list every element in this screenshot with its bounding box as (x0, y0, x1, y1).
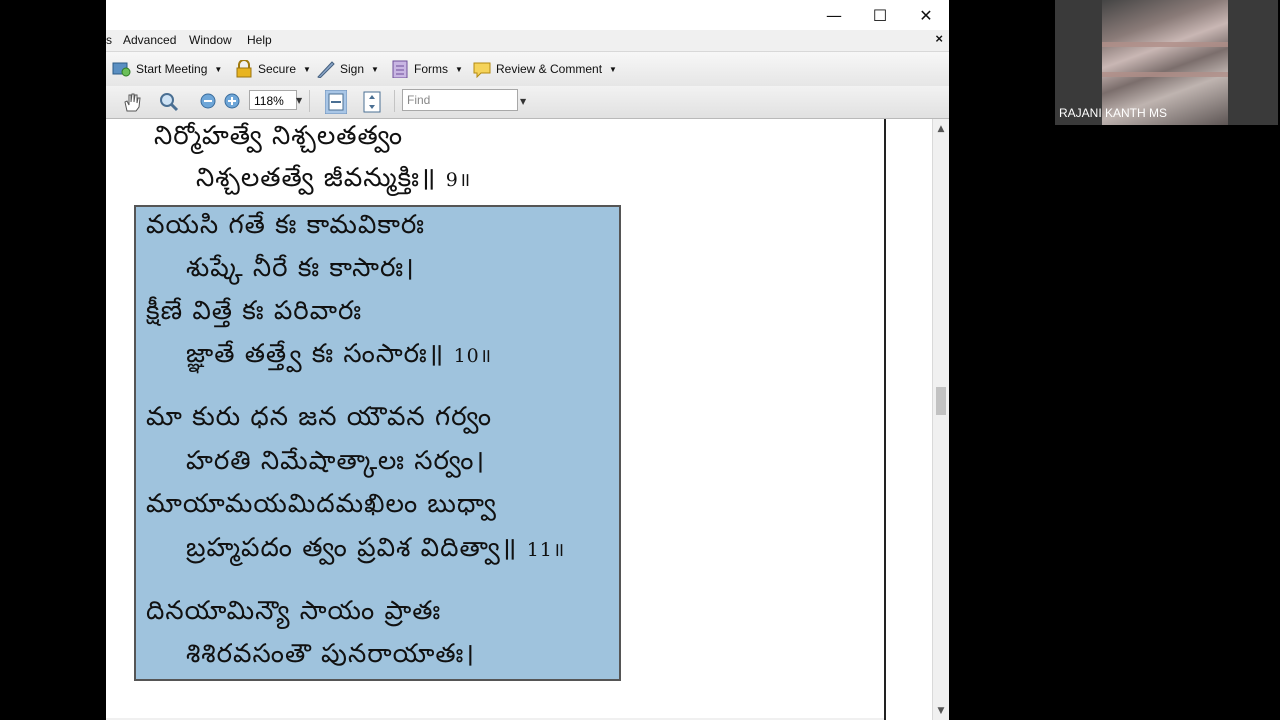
form-icon (392, 60, 408, 78)
verse-line-text: నిశ్చలతత్వే జీవన్ముక్తిః॥ (196, 163, 446, 193)
chevron-down-icon: ▼ (609, 64, 617, 74)
verse-line: క్షీణే విత్తే కః పరివారః (146, 296, 363, 326)
sign-label: Sign (340, 62, 365, 76)
menu-item-view[interactable]: s (106, 33, 112, 47)
verse-line-text: బ్రహ్మపదం త్వం ప్రవిశ విదిత్వా॥ (186, 533, 527, 563)
verse-line: బ్రహ్మపదం త్వం ప్రవిశ విదిత్వా॥ 11॥ (186, 533, 565, 569)
hand-tool-icon[interactable] (121, 91, 143, 113)
close-document-icon[interactable]: × (935, 31, 943, 46)
verse-line: వయసి గతే కః కామవికారః (146, 210, 426, 240)
review-comment-label: Review & Comment (496, 62, 603, 76)
minimize-button[interactable]: — (811, 0, 857, 30)
pen-icon (317, 61, 335, 78)
chevron-down-icon[interactable]: ▼ (296, 96, 302, 105)
meeting-icon (112, 62, 131, 77)
scrollbar-thumb[interactable] (936, 387, 946, 415)
menu-item-advanced[interactable]: Advanced (123, 33, 176, 47)
verse-line: దినయామిన్యౌ సాయం ప్రాతః (146, 596, 442, 626)
find-input[interactable]: Find (402, 89, 518, 111)
review-comment-button[interactable]: Review & Comment ▼ (472, 60, 617, 78)
verse-line: మాయామయమిదమఖిలం బుధ్వా (146, 489, 497, 519)
zoom-out-icon[interactable] (200, 93, 216, 109)
secure-button[interactable]: Secure ▼ (234, 60, 311, 78)
participant-name: RAJANI KANTH MS (1059, 106, 1168, 120)
verse-number: 9॥ (445, 169, 472, 191)
close-button[interactable]: ✕ (903, 0, 949, 30)
verse-number: 11॥ (526, 539, 566, 561)
toolbar-divider (394, 90, 395, 112)
chevron-down-icon: ▼ (214, 64, 223, 74)
forms-label: Forms (414, 62, 448, 76)
menu-item-window[interactable]: Window (189, 33, 232, 47)
verse-line: నిశ్చలతత్వే జీవన్ముక్తిః॥ 9॥ (196, 163, 471, 199)
sign-button[interactable]: Sign ▼ (316, 60, 379, 78)
zoom-in-icon[interactable] (224, 93, 240, 109)
forms-button[interactable]: Forms ▼ (390, 60, 463, 78)
menu-bar: s Advanced Window Help × (106, 30, 949, 50)
pdf-reader-window: — ☐ ✕ s Advanced Window Help × Start Mee… (106, 0, 949, 720)
fit-width-icon[interactable] (325, 90, 347, 114)
marquee-zoom-icon[interactable] (158, 91, 180, 113)
page-margin (886, 119, 932, 720)
verse-line: మా కురు ధన జన యౌవన గర్వం (146, 402, 493, 432)
verse-line: శుష్కే నీరే కః కాసారః। (186, 253, 415, 283)
comment-icon (473, 62, 491, 78)
verse-line: నిర్మోహత్వే నిశ్చలతత్వం (154, 121, 404, 151)
maximize-button[interactable]: ☐ (857, 0, 903, 30)
chevron-down-icon: ▼ (371, 64, 379, 74)
document-page: నిర్మోహత్వే నిశ్చలతత్వం నిశ్చలతత్వే జీవన… (106, 119, 884, 718)
toolbar-divider (309, 90, 310, 112)
chevron-down-icon: ▼ (303, 64, 311, 74)
secure-label: Secure (258, 62, 297, 76)
verse-number: 10॥ (453, 345, 493, 367)
start-meeting-button[interactable]: Start Meeting ▼ (112, 60, 222, 78)
scroll-down-icon[interactable]: ▼ (933, 706, 949, 716)
video-detail (1102, 42, 1228, 47)
verse-line-text: జ్ఞాతే తత్త్వే కః సంసారః॥ (186, 339, 454, 369)
chevron-down-icon[interactable]: ▼ (520, 97, 526, 106)
participant-video-tile: RAJANI KANTH MS (1055, 0, 1278, 125)
vertical-scrollbar[interactable]: ▲ ▼ (932, 119, 949, 720)
fit-page-icon[interactable] (362, 91, 382, 113)
menu-item-help[interactable]: Help (247, 33, 272, 47)
title-bar: — ☐ ✕ (106, 0, 949, 30)
scroll-up-icon[interactable]: ▲ (933, 124, 949, 134)
start-meeting-label: Start Meeting (136, 62, 208, 76)
verse-line: హరతి నిమేషాత్కాలః సర్వం। (186, 446, 486, 476)
tasks-toolbar: Start Meeting ▼ Secure ▼ Sign ▼ Forms ▼ … (106, 51, 949, 87)
verse-line: జ్ఞాతే తత్త్వే కః సంసారః॥ 10॥ (186, 339, 492, 375)
verse-line: శిశిరవసంతౌ పునరాయాతః। (186, 639, 476, 669)
chevron-down-icon: ▼ (455, 64, 463, 74)
video-detail (1102, 72, 1228, 77)
zoom-level-input[interactable]: 118% (249, 90, 297, 110)
lock-icon (236, 60, 252, 78)
